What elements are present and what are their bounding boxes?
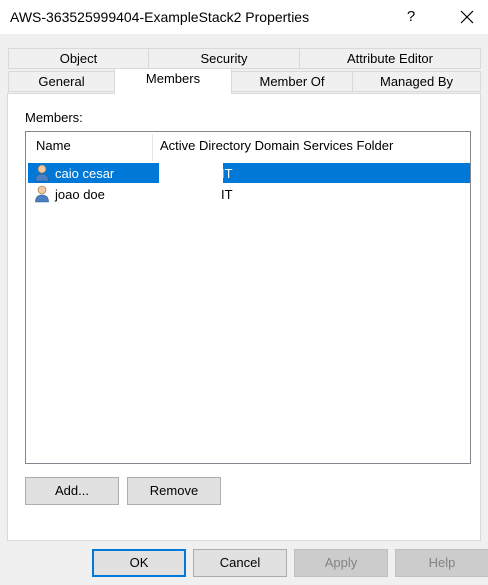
- ok-button[interactable]: OK: [92, 549, 186, 577]
- cancel-button[interactable]: Cancel: [193, 549, 287, 577]
- user-icon: [34, 164, 50, 182]
- add-button[interactable]: Add...: [25, 477, 119, 505]
- window-title: AWS-363525999404-ExampleStack2 Propertie…: [10, 9, 310, 25]
- member-name: caio cesar: [55, 166, 115, 181]
- column-header-name[interactable]: Name: [36, 138, 71, 153]
- help-button[interactable]: Help: [395, 549, 488, 577]
- apply-button[interactable]: Apply: [294, 549, 388, 577]
- member-folder: IT: [221, 166, 233, 181]
- tab-managed-by[interactable]: Managed By: [352, 71, 481, 92]
- close-icon[interactable]: [452, 4, 482, 30]
- remove-button[interactable]: Remove: [127, 477, 221, 505]
- tab-general[interactable]: General: [8, 71, 115, 92]
- column-separator[interactable]: [152, 134, 153, 161]
- list-item[interactable]: caio cesar IT: [28, 163, 470, 183]
- list-item[interactable]: joao doe IT: [28, 184, 470, 204]
- member-folder: IT: [221, 187, 233, 202]
- tab-members[interactable]: Members: [114, 68, 232, 94]
- member-name: joao doe: [55, 187, 105, 202]
- title-bar: AWS-363525999404-ExampleStack2 Propertie…: [0, 0, 488, 34]
- members-label: Members:: [25, 110, 83, 125]
- redacted-area: [159, 163, 223, 183]
- user-icon: [34, 185, 50, 203]
- tab-member-of[interactable]: Member Of: [231, 71, 353, 92]
- tab-attribute-editor[interactable]: Attribute Editor: [299, 48, 481, 69]
- column-header-folder[interactable]: Active Directory Domain Services Folder: [160, 138, 393, 153]
- tab-object[interactable]: Object: [8, 48, 149, 69]
- members-list[interactable]: Name Active Directory Domain Services Fo…: [25, 131, 471, 464]
- help-icon[interactable]: ?: [396, 4, 426, 30]
- tab-security[interactable]: Security: [148, 48, 300, 69]
